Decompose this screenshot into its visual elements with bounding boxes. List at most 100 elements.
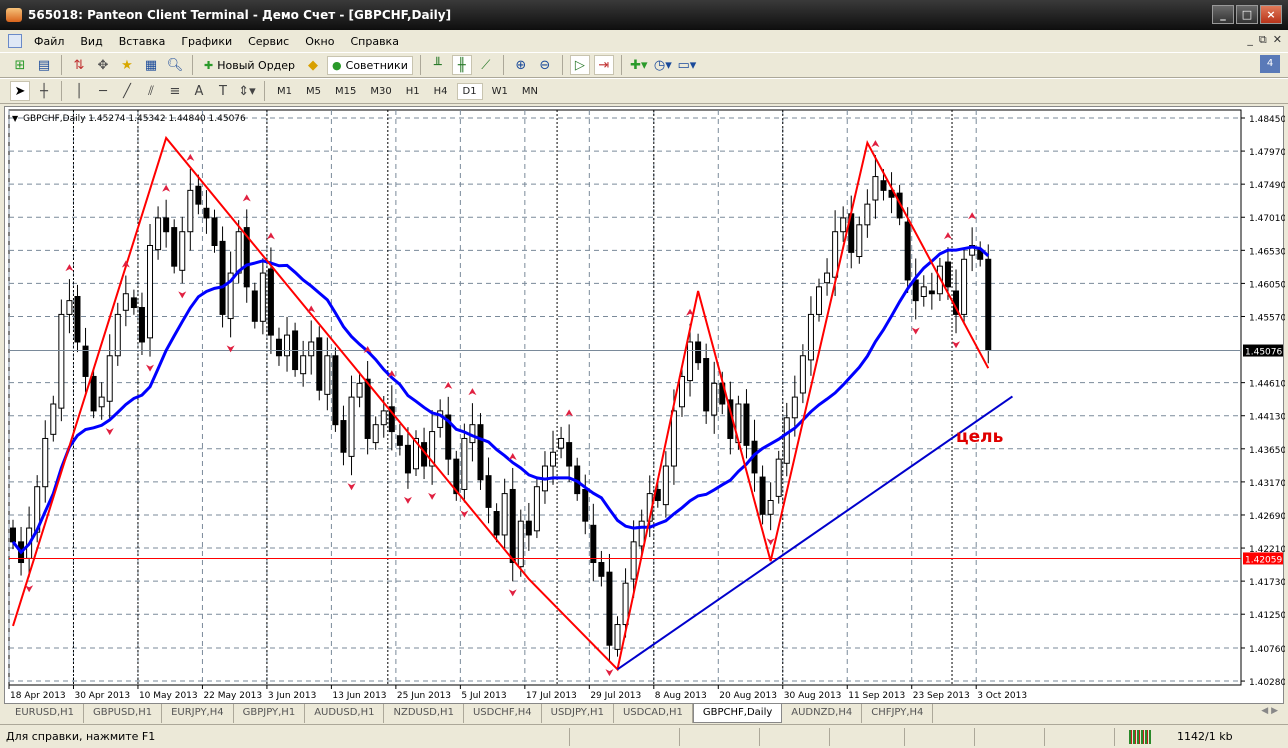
date-tick-label: 5 Jul 2013: [461, 691, 506, 701]
favorites-icon[interactable]: ★: [117, 55, 137, 75]
chart-tab[interactable]: GBPUSD,H1: [84, 704, 163, 723]
candle-body: [598, 562, 605, 577]
chart-tab[interactable]: EURUSD,H1: [6, 704, 85, 723]
candle-body: [58, 313, 65, 409]
timeframe-m30[interactable]: M30: [365, 84, 396, 99]
date-tick-label: 17 Jul 2013: [526, 691, 577, 701]
market-watch-icon[interactable]: ⇅: [69, 55, 89, 75]
candlestick-icon[interactable]: ╫: [451, 55, 472, 75]
candle-body: [517, 520, 524, 568]
timeframe-mn[interactable]: MN: [517, 84, 543, 99]
menu-window[interactable]: Окно: [297, 35, 342, 48]
menu-insert[interactable]: Вставка: [111, 35, 174, 48]
indicators-icon[interactable]: ✚▾: [629, 55, 649, 75]
candle-body: [614, 624, 621, 650]
chart-tab[interactable]: USDCAD,H1: [614, 704, 693, 723]
price-chart[interactable]: 1.48450 1.47970 1.47490 1.47010 1.46530 1.460…: [5, 107, 1286, 705]
fibonacci-icon[interactable]: ≡: [165, 81, 185, 101]
experts-icon: ●: [332, 58, 342, 72]
mdi-close-button[interactable]: ✕: [1273, 33, 1282, 47]
timeframe-h4[interactable]: H4: [429, 84, 453, 99]
date-tick-label: 18 Apr 2013: [10, 691, 66, 701]
menu-bar: Файл Вид Вставка Графики Сервис Окно Спр…: [0, 30, 1288, 52]
mdi-restore-button[interactable]: ⧉: [1259, 33, 1267, 47]
mdi-minimize-button[interactable]: _: [1247, 33, 1253, 47]
notification-icon[interactable]: 4: [1260, 55, 1280, 73]
timeframe-w1[interactable]: W1: [487, 84, 513, 99]
candle-body: [163, 217, 170, 233]
vertical-line-icon[interactable]: │: [69, 81, 89, 101]
timeframe-m5[interactable]: M5: [301, 84, 326, 99]
maximize-button[interactable]: □: [1236, 5, 1258, 24]
navigator-icon[interactable]: ✥: [93, 55, 113, 75]
tab-scroll-arrows[interactable]: ◀ ▶: [1261, 706, 1278, 716]
tester-icon[interactable]: 🔍︎: [165, 55, 185, 75]
experts-label: Советники: [345, 58, 408, 72]
candle-body: [799, 355, 806, 394]
zoom-out-icon[interactable]: ⊖: [535, 55, 555, 75]
candle-body: [630, 541, 637, 580]
arrows-icon[interactable]: ⇕▾: [237, 81, 257, 101]
line-chart-icon[interactable]: ⟋: [476, 55, 496, 75]
cursor-icon[interactable]: ➤: [10, 81, 30, 101]
candle-body: [235, 231, 242, 274]
date-tick-label: 3 Jun 2013: [268, 691, 316, 701]
timeframe-m1[interactable]: M1: [272, 84, 297, 99]
candle-body: [711, 382, 718, 416]
chart-shift-icon[interactable]: ⇥: [593, 55, 614, 75]
app-logo-icon: [6, 8, 22, 22]
candle-body: [187, 189, 194, 233]
close-button[interactable]: ×: [1260, 5, 1282, 24]
zoom-in-icon[interactable]: ⊕: [511, 55, 531, 75]
menu-charts[interactable]: Графики: [173, 35, 240, 48]
timeframe-m15[interactable]: M15: [330, 84, 361, 99]
candle-body: [138, 307, 145, 343]
profiles-icon[interactable]: ▤: [34, 55, 54, 75]
experts-button[interactable]: ● Советники: [327, 55, 413, 75]
alert-icon[interactable]: ◆: [303, 55, 323, 75]
candle-body: [203, 207, 210, 219]
chart-window[interactable]: 1.48450 1.47970 1.47490 1.47010 1.46530 1.460…: [4, 106, 1286, 705]
menu-tools[interactable]: Сервис: [240, 35, 297, 48]
chart-tab[interactable]: GBPCHF,Daily: [692, 704, 783, 723]
date-tick-label: 8 Aug 2013: [655, 691, 707, 701]
timeframe-d1[interactable]: D1: [456, 82, 483, 100]
candle-body: [74, 295, 81, 343]
chart-tab[interactable]: USDJPY,H1: [542, 704, 614, 723]
candle-body: [98, 396, 105, 408]
chart-tab[interactable]: CHFJPY,H4: [862, 704, 934, 723]
candle-body: [380, 410, 387, 426]
candle-body: [944, 261, 951, 288]
templates-icon[interactable]: ▭▾: [677, 55, 697, 75]
chart-tab[interactable]: NZDUSD,H1: [384, 704, 464, 723]
standard-toolbar: ⊞ ▤ ⇅ ✥ ★ ▦ 🔍︎ ✚ Новый Ордер ◆ ● Советники…: [0, 52, 1288, 78]
crosshair-icon[interactable]: ┼: [34, 81, 54, 101]
auto-scroll-icon[interactable]: ▷: [569, 55, 590, 75]
horizontal-line-icon[interactable]: ─: [93, 81, 113, 101]
menu-view[interactable]: Вид: [72, 35, 110, 48]
chart-tab[interactable]: AUDNZD,H4: [782, 704, 863, 723]
minimize-button[interactable]: _: [1212, 5, 1234, 24]
candle-body: [477, 424, 484, 481]
bar-chart-icon[interactable]: ╨: [428, 55, 448, 75]
timeframe-h1[interactable]: H1: [401, 84, 425, 99]
candle-body: [485, 475, 492, 508]
text-icon[interactable]: A: [189, 81, 209, 101]
terminal-icon[interactable]: ▦: [141, 55, 161, 75]
chart-tab[interactable]: EURJPY,H4: [162, 704, 234, 723]
menu-help[interactable]: Справка: [342, 35, 406, 48]
price-tick-label: 1.47490: [1249, 181, 1285, 191]
chart-tab[interactable]: AUDUSD,H1: [305, 704, 385, 723]
new-order-button[interactable]: ✚ Новый Ордер: [200, 57, 299, 74]
periods-icon[interactable]: ◷▾: [653, 55, 673, 75]
text-label-icon[interactable]: T: [213, 81, 233, 101]
date-tick-label: 29 Jul 2013: [590, 691, 641, 701]
menu-file[interactable]: Файл: [26, 35, 72, 48]
chart-tab[interactable]: USDCHF,H4: [464, 704, 542, 723]
candle-body: [66, 300, 73, 315]
trendline-icon[interactable]: ╱: [117, 81, 137, 101]
new-chart-icon[interactable]: ⊞: [10, 55, 30, 75]
candle-body: [195, 185, 202, 205]
chart-tab[interactable]: GBPJPY,H1: [234, 704, 306, 723]
channel-icon[interactable]: ⫽: [141, 81, 161, 101]
